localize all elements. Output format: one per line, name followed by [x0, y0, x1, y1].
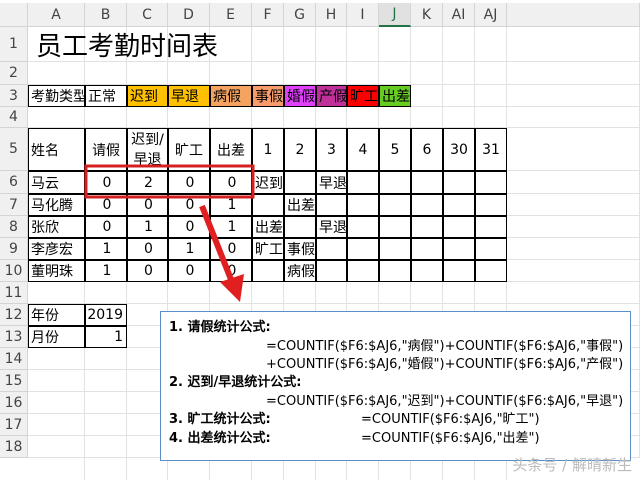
highlight-rectangle — [84, 164, 255, 199]
annotation-overlay — [84, 164, 255, 302]
arrow-icon — [199, 204, 244, 302]
watermark: 头条号 / 解晴新生 — [512, 456, 632, 474]
